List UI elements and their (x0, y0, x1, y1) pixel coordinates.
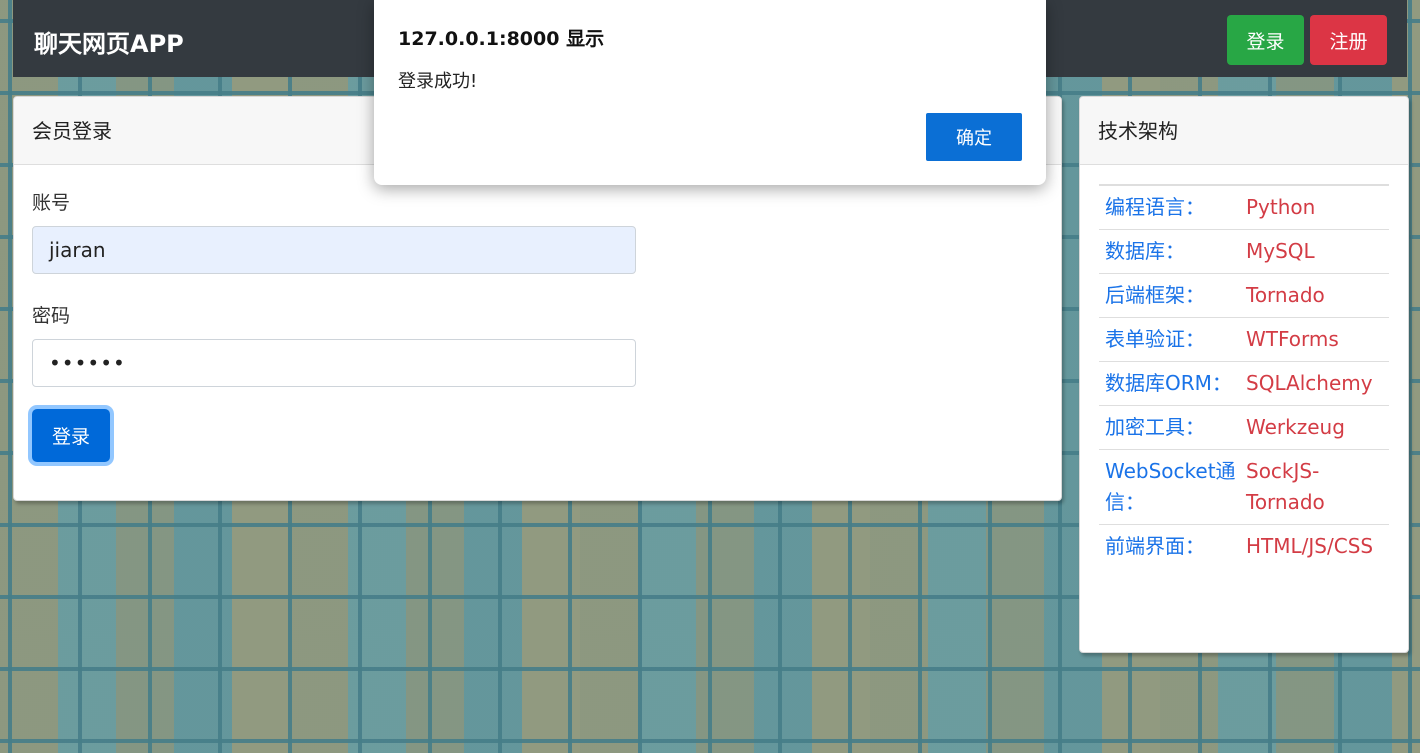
tech-stack-table: 编程语言： Python 数据库： MySQL 后端框架： Tornado 表单… (1099, 184, 1389, 568)
tech-key: 数据库： (1099, 229, 1240, 274)
tech-value: WTForms (1240, 317, 1389, 362)
tech-stack-card: 技术架构 编程语言： Python 数据库： MySQL 后端框架： Torna… (1079, 96, 1409, 653)
tech-key: 数据库ORM： (1099, 361, 1240, 406)
table-row: 数据库： MySQL (1099, 229, 1389, 274)
tech-key: 后端框架： (1099, 273, 1240, 318)
tech-key: 表单验证： (1099, 317, 1240, 362)
nav-register-button[interactable]: 注册 (1310, 15, 1387, 65)
login-submit-button[interactable]: 登录 (32, 409, 110, 462)
table-row: 前端界面： HTML/JS/CSS (1099, 524, 1389, 568)
tech-value: Werkzeug (1240, 405, 1389, 450)
account-input[interactable]: jiaran (32, 226, 636, 274)
tech-value: HTML/JS/CSS (1240, 524, 1389, 568)
password-input[interactable]: •••••• (32, 339, 636, 387)
table-row: 表单验证： WTForms (1099, 317, 1389, 362)
table-row: 加密工具： Werkzeug (1099, 405, 1389, 450)
tech-value: Python (1240, 184, 1389, 230)
password-label: 密码 (32, 305, 71, 327)
tech-value: SQLAlchemy (1240, 361, 1389, 406)
tech-value: SockJS-Tornado (1240, 449, 1389, 525)
dialog-title: 127.0.0.1:8000 显示 (398, 28, 605, 50)
tech-card-title: 技术架构 (1080, 97, 1408, 165)
table-row: 后端框架： Tornado (1099, 273, 1389, 318)
dialog-ok-button[interactable]: 确定 (926, 113, 1022, 161)
tech-value: Tornado (1240, 273, 1389, 318)
tech-key: 前端界面： (1099, 524, 1240, 568)
alert-dialog: 127.0.0.1:8000 显示 登录成功! 确定 (374, 0, 1046, 185)
table-row: 数据库ORM： SQLAlchemy (1099, 361, 1389, 406)
account-label: 账号 (32, 192, 71, 214)
tech-key: WebSocket通信： (1099, 449, 1240, 525)
brand-title[interactable]: 聊天网页APP (34, 24, 184, 59)
dialog-message: 登录成功! (398, 71, 478, 92)
table-row: WebSocket通信： SockJS-Tornado (1099, 449, 1389, 525)
tech-value: MySQL (1240, 229, 1389, 274)
tech-key: 编程语言： (1099, 184, 1240, 230)
table-row: 编程语言： Python (1099, 184, 1389, 230)
nav-login-button[interactable]: 登录 (1227, 15, 1304, 65)
tech-key: 加密工具： (1099, 405, 1240, 450)
